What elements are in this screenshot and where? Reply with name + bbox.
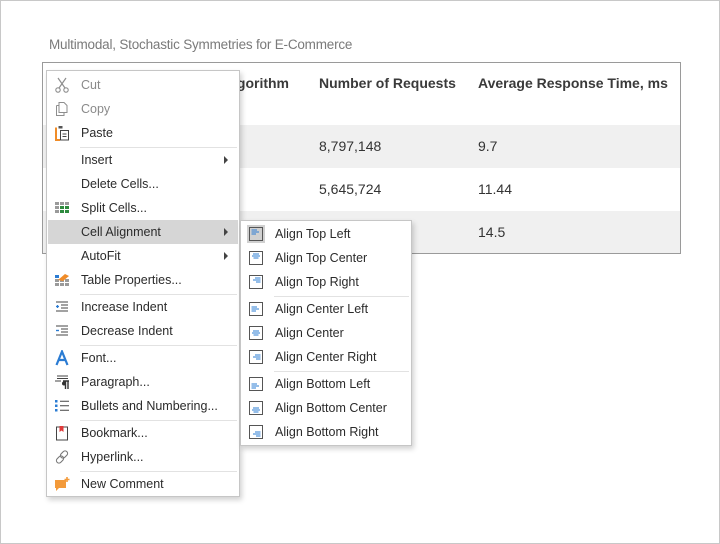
submenu-item-label: Align Top Center [275,251,368,265]
submenu-item-align-center-left[interactable]: Align Center Left [242,297,410,321]
align-bottom-right-icon [247,423,265,441]
submenu-item-align-bottom-left[interactable]: Align Bottom Left [242,372,410,396]
font-icon [54,348,70,366]
menu-item-bullets-numbering[interactable]: Bullets and Numbering... [48,394,238,418]
align-top-left-icon [247,225,265,243]
menu-item-label: Insert [81,153,113,167]
new-comment-icon [54,476,70,492]
submenu-item-align-center[interactable]: Align Center [242,321,410,345]
submenu-arrow-icon [224,156,228,164]
align-top-center-icon [247,249,265,267]
align-center-left-icon [247,300,265,318]
decrease-indent-icon [54,323,70,339]
submenu-item-align-bottom-right[interactable]: Align Bottom Right [242,420,410,444]
clipboard-paste-icon [54,125,70,141]
submenu-item-align-bottom-center[interactable]: Align Bottom Center [242,396,410,420]
menu-item-label: Increase Indent [81,300,168,314]
header-algorithm[interactable]: lgorithm [233,75,289,91]
paragraph-icon [54,374,70,390]
header-average-response-time[interactable]: Average Response Time, ms [478,75,668,91]
menu-item-label: Decrease Indent [81,324,173,338]
increase-indent-icon [54,299,70,315]
menu-item-label: Bullets and Numbering... [81,399,218,413]
menu-item-label: Paragraph... [81,375,150,389]
submenu-arrow-icon [224,228,228,236]
menu-item-paragraph[interactable]: Paragraph... [48,370,238,394]
menu-item-label: Delete Cells... [81,177,159,191]
menu-item-label: Bookmark... [81,426,148,440]
cell-requests[interactable]: 5,645,724 [319,181,381,197]
menu-item-label: Paste [81,126,113,140]
submenu-item-label: Align Bottom Left [275,377,371,391]
menu-item-hyperlink[interactable]: Hyperlink... [48,445,238,469]
menu-item-label: New Comment [81,477,164,491]
submenu-item-align-top-left[interactable]: Align Top Left [242,222,410,246]
menu-item-label: Split Cells... [81,201,147,215]
align-center-icon [247,324,265,342]
menu-item-autofit[interactable]: AutoFit [48,244,238,268]
menu-item-label: Hyperlink... [81,450,144,464]
menu-item-label: Copy [81,102,111,116]
menu-item-label: Cell Alignment [81,225,161,239]
menu-item-paste[interactable]: Paste [48,121,238,145]
menu-item-label: Cut [81,78,101,92]
bookmark-icon [54,425,70,441]
align-center-right-icon [247,348,265,366]
cell-response-time[interactable]: 14.5 [478,224,505,240]
submenu-item-align-top-center[interactable]: Align Top Center [242,246,410,270]
menu-item-cell-alignment[interactable]: Cell Alignment [48,220,238,244]
submenu-item-label: Align Center [275,326,344,340]
align-bottom-center-icon [247,399,265,417]
menu-item-bookmark[interactable]: Bookmark... [48,421,238,445]
submenu-item-label: Align Bottom Center [275,401,387,415]
bullets-icon [54,398,70,414]
submenu-item-label: Align Top Left [275,227,351,241]
menu-item-decrease-indent[interactable]: Decrease Indent [48,319,238,343]
table-properties-icon [54,272,70,288]
menu-item-copy[interactable]: Copy [48,97,238,121]
submenu-item-align-center-right[interactable]: Align Center Right [242,345,410,369]
cell-requests[interactable]: 8,797,148 [319,138,381,154]
cell-response-time[interactable]: 11.44 [478,181,512,197]
submenu-item-label: Align Bottom Right [275,425,379,439]
hyperlink-icon [54,449,70,465]
menu-item-font[interactable]: Font... [48,346,238,370]
menu-item-label: Font... [81,351,117,365]
menu-item-label: AutoFit [81,249,121,263]
submenu-item-label: Align Center Right [275,350,377,364]
submenu-arrow-icon [224,252,228,260]
window-frame: Multimodal, Stochastic Symmetries for E-… [0,0,720,544]
document-title: Multimodal, Stochastic Symmetries for E-… [49,37,353,52]
submenu-item-label: Align Center Left [275,302,369,316]
context-menu: Cut Copy Paste Insert Delete Cells... Sp… [46,70,240,497]
header-number-of-requests[interactable]: Number of Requests [319,75,456,91]
align-bottom-left-icon [247,375,265,393]
menu-item-table-properties[interactable]: Table Properties... [48,268,238,292]
align-top-right-icon [247,273,265,291]
copy-icon [54,101,70,117]
menu-item-split-cells[interactable]: Split Cells... [48,196,238,220]
menu-item-label: Table Properties... [81,273,182,287]
cell-response-time[interactable]: 9.7 [478,138,497,154]
submenu-item-align-top-right[interactable]: Align Top Right [242,270,410,294]
cell-alignment-submenu: Align Top Left Align Top Center Align To… [240,220,412,446]
menu-item-cut[interactable]: Cut [48,73,238,97]
scissors-icon [54,77,70,93]
split-cells-icon [54,200,70,216]
menu-item-insert[interactable]: Insert [48,148,238,172]
menu-item-delete-cells[interactable]: Delete Cells... [48,172,238,196]
menu-item-new-comment[interactable]: New Comment [48,472,238,496]
submenu-item-label: Align Top Right [275,275,359,289]
menu-item-increase-indent[interactable]: Increase Indent [48,295,238,319]
